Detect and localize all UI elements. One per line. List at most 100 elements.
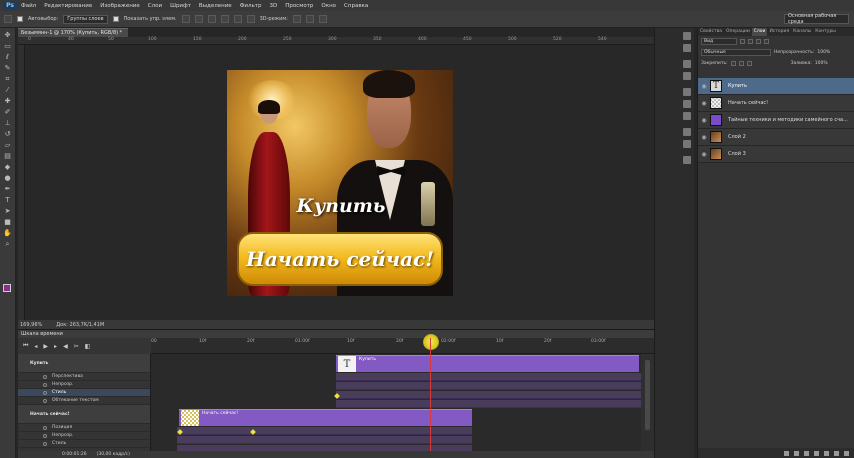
path-select-tool-icon[interactable]: ➤ xyxy=(3,207,13,215)
menu-window[interactable]: Окно xyxy=(317,3,340,9)
layer-style-icon[interactable] xyxy=(794,450,799,456)
menu-type[interactable]: Шрифт xyxy=(166,3,195,9)
hand-tool-icon[interactable]: ✋ xyxy=(3,229,13,237)
swatches-panel-icon[interactable] xyxy=(683,112,691,120)
move-tool-preset-icon[interactable] xyxy=(4,15,12,23)
filter-adjust-icon[interactable] xyxy=(748,39,753,44)
pen-tool-icon[interactable]: ✒ xyxy=(3,185,13,193)
visibility-eye-icon[interactable]: ◉ xyxy=(698,83,710,90)
navigator-panel-icon[interactable] xyxy=(683,156,691,164)
playhead-handle[interactable] xyxy=(423,334,439,350)
timeline-group-nachat[interactable]: Начать сейчас! xyxy=(18,405,150,424)
timeline-ruler[interactable]: 00 10f 20f 01:00f 10f 20f 02:00f 10f 20f… xyxy=(151,338,654,354)
align-middle-icon[interactable] xyxy=(194,15,203,23)
menu-view[interactable]: Просмотр xyxy=(281,3,317,9)
workspace-switcher[interactable]: Основная рабочая среда xyxy=(784,13,849,25)
align-bottom-icon[interactable] xyxy=(207,15,216,23)
brush-panel-icon[interactable] xyxy=(683,128,691,136)
timeline-clip-kupit[interactable]: T Купить xyxy=(336,355,639,372)
menu-help[interactable]: Справка xyxy=(340,3,372,9)
lasso-tool-icon[interactable]: ℓ xyxy=(3,53,13,61)
healing-tool-icon[interactable]: ✚ xyxy=(3,97,13,105)
layer-item[interactable]: ◉ Начать сейчас! xyxy=(698,95,854,112)
tab-properties[interactable]: Свойства xyxy=(698,28,724,36)
tab-layers[interactable]: Слои xyxy=(751,28,768,36)
timeline-clip-nachat[interactable]: Начать сейчас! xyxy=(179,409,472,426)
history-brush-tool-icon[interactable]: ↺ xyxy=(3,130,13,138)
menu-layers[interactable]: Слои xyxy=(144,3,166,9)
3d-rotate-icon[interactable] xyxy=(292,15,301,23)
visibility-eye-icon[interactable]: ◉ xyxy=(698,151,710,158)
shape-tool-icon[interactable]: ■ xyxy=(3,218,13,226)
properties-panel-icon[interactable] xyxy=(683,44,691,52)
align-left-icon[interactable] xyxy=(220,15,229,23)
artwork-kupit-text[interactable]: Купить xyxy=(291,195,391,217)
menu-filter[interactable]: Фильтр xyxy=(236,3,266,9)
timeline-property-row[interactable]: Стиль xyxy=(18,389,150,397)
prev-frame-icon[interactable]: ◂ xyxy=(34,343,37,350)
lock-position-icon[interactable] xyxy=(738,61,744,66)
audio-icon[interactable]: ◀ xyxy=(63,343,68,350)
marquee-tool-icon[interactable]: ▭ xyxy=(3,42,13,50)
auto-select-checkbox[interactable] xyxy=(17,16,23,22)
timeline-group-kupit[interactable]: Купить xyxy=(18,354,150,373)
timeline-tracks[interactable]: T Купить Начать сейчас! xyxy=(151,354,641,458)
timeline-property-row[interactable]: Обтекание текстом xyxy=(18,397,150,405)
fill-value[interactable]: 100% xyxy=(815,61,828,66)
transition-icon[interactable]: ◧ xyxy=(85,343,91,350)
align-right-icon[interactable] xyxy=(246,15,255,23)
stopwatch-icon[interactable] xyxy=(43,383,47,387)
first-frame-icon[interactable]: ⏮ xyxy=(23,342,28,350)
blend-mode-dropdown[interactable]: Обычные xyxy=(701,49,771,56)
quick-select-tool-icon[interactable]: ✎ xyxy=(3,64,13,72)
brush-tool-icon[interactable]: ✐ xyxy=(3,108,13,116)
timeline-property-row[interactable]: Позиция xyxy=(18,424,150,432)
history-panel-icon[interactable] xyxy=(683,32,691,40)
document-artwork[interactable]: Купить Начать сейчас! xyxy=(227,70,453,296)
dodge-tool-icon[interactable]: ● xyxy=(3,174,13,182)
filter-type-icon[interactable] xyxy=(756,39,761,44)
filter-pixel-icon[interactable] xyxy=(740,39,745,44)
visibility-eye-icon[interactable]: ◉ xyxy=(698,117,710,124)
menu-select[interactable]: Выделение xyxy=(195,3,236,9)
show-controls-checkbox[interactable] xyxy=(112,16,119,22)
move-tool-icon[interactable]: ✥ xyxy=(3,31,13,39)
styles-panel-icon[interactable] xyxy=(683,100,691,108)
stopwatch-icon[interactable] xyxy=(43,399,47,403)
artwork-cta-button[interactable]: Начать сейчас! xyxy=(237,232,443,286)
type-tool-icon[interactable]: T xyxy=(3,196,13,204)
timeline-property-row[interactable]: Перспектива xyxy=(18,373,150,381)
next-frame-icon[interactable]: ▸ xyxy=(54,343,57,350)
lock-pixels-icon[interactable] xyxy=(730,61,736,66)
align-center-icon[interactable] xyxy=(233,15,242,23)
current-time[interactable]: 0:00:01:26 xyxy=(62,451,87,458)
new-layer-icon[interactable] xyxy=(834,450,839,456)
link-layers-icon[interactable] xyxy=(784,450,789,456)
menu-file[interactable]: Файл xyxy=(17,3,40,9)
lock-all-icon[interactable] xyxy=(746,61,752,66)
layer-kind-filter[interactable]: Вид xyxy=(701,38,737,45)
delete-layer-icon[interactable] xyxy=(844,450,849,456)
opacity-value[interactable]: 100% xyxy=(817,50,830,55)
document-tab[interactable]: Безымянн-1 @ 170% (Купить, RGB/8) * xyxy=(18,28,128,37)
menu-image[interactable]: Изображение xyxy=(96,3,144,9)
clone-source-panel-icon[interactable] xyxy=(683,140,691,148)
tab-actions[interactable]: Операции xyxy=(724,28,752,36)
character-panel-icon[interactable] xyxy=(683,60,691,68)
menu-edit[interactable]: Редактирование xyxy=(40,3,96,9)
timeline-scrollbar[interactable] xyxy=(645,360,650,430)
gradient-tool-icon[interactable]: ▤ xyxy=(3,152,13,160)
blur-tool-icon[interactable]: ◆ xyxy=(3,163,13,171)
menu-3d[interactable]: 3D xyxy=(265,3,281,9)
stamp-tool-icon[interactable]: ⊥ xyxy=(3,119,13,127)
stopwatch-icon[interactable] xyxy=(43,375,47,379)
paragraph-panel-icon[interactable] xyxy=(683,72,691,80)
layer-item[interactable]: ◉ Слой 2 xyxy=(698,129,854,146)
tab-history[interactable]: История xyxy=(767,28,791,36)
foreground-color-swatch[interactable] xyxy=(3,284,11,292)
timeline-property-row[interactable]: Непрозр. xyxy=(18,381,150,389)
layer-item[interactable]: ◉ Тайные техники и методики самейного сч… xyxy=(698,112,854,129)
3d-pan-icon[interactable] xyxy=(318,15,327,23)
tab-channels[interactable]: Каналы xyxy=(791,28,813,36)
zoom-tool-icon[interactable]: ⌕ xyxy=(3,240,13,248)
